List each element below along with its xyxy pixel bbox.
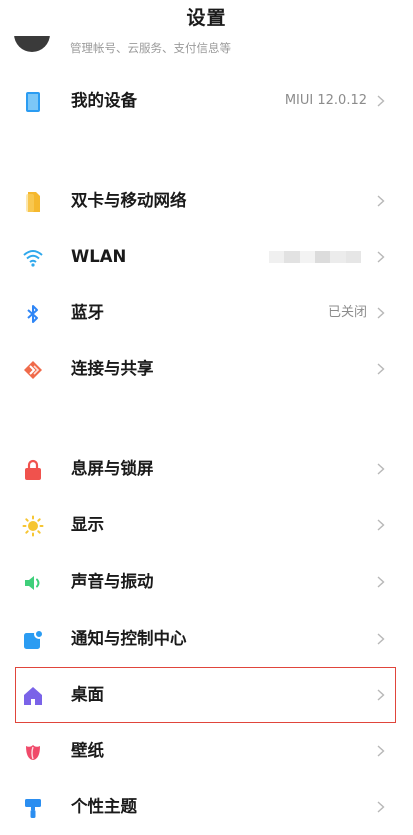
home-icon: [22, 685, 44, 707]
sun-icon: [22, 515, 44, 537]
wallpaper-label: 壁纸: [71, 741, 104, 760]
wifi-icon: [22, 247, 44, 269]
chevron-right-icon: [377, 307, 385, 319]
wlan-network-name-redacted: [269, 251, 361, 263]
flower-icon: [22, 741, 44, 763]
sim-card-icon: [22, 191, 44, 213]
lock-screen-item[interactable]: 息屏与锁屏: [0, 441, 413, 497]
display-item[interactable]: 显示: [0, 497, 413, 553]
connection-sharing-label: 连接与共享: [71, 359, 154, 378]
miui-version: MIUI 12.0.12: [284, 93, 367, 108]
sim-network-label: 双卡与移动网络: [71, 191, 187, 210]
bluetooth-label: 蓝牙: [71, 303, 104, 322]
bluetooth-item[interactable]: 蓝牙 已关闭: [0, 285, 413, 341]
notification-control-label: 通知与控制中心: [71, 629, 187, 648]
account-subtitle: 管理帐号、云服务、支付信息等: [70, 41, 231, 55]
bluetooth-icon: [22, 303, 44, 325]
sound-vibration-label: 声音与振动: [71, 572, 154, 591]
chevron-right-icon: [377, 463, 385, 475]
chevron-right-icon: [377, 689, 385, 701]
display-label: 显示: [71, 515, 104, 534]
connection-sharing-item[interactable]: 连接与共享: [0, 341, 413, 397]
speaker-icon: [22, 572, 44, 594]
home-screen-label: 桌面: [71, 685, 104, 704]
wlan-label: WLAN: [71, 247, 127, 266]
notification-control-item[interactable]: 通知与控制中心: [0, 611, 413, 667]
sound-vibration-item[interactable]: 声音与振动: [0, 554, 413, 610]
wallpaper-item[interactable]: 壁纸: [0, 723, 413, 779]
chevron-right-icon: [377, 251, 385, 263]
avatar: [14, 34, 50, 52]
home-screen-item[interactable]: 桌面: [0, 667, 413, 723]
lock-screen-label: 息屏与锁屏: [71, 459, 154, 478]
chevron-right-icon: [377, 95, 385, 107]
my-device-item[interactable]: 我的设备 MIUI 12.0.12: [0, 73, 413, 129]
chevron-right-icon: [377, 801, 385, 813]
account-row[interactable]: 管理帐号、云服务、支付信息等: [0, 34, 413, 60]
chevron-right-icon: [377, 633, 385, 645]
lock-icon: [22, 459, 44, 481]
brush-icon: [22, 797, 44, 819]
chevron-right-icon: [377, 576, 385, 588]
notification-icon: [22, 629, 44, 651]
sim-network-item[interactable]: 双卡与移动网络: [0, 173, 413, 229]
themes-item[interactable]: 个性主题: [0, 779, 413, 835]
phone-icon: [22, 91, 44, 113]
page-title: 设置: [0, 0, 413, 36]
chevron-right-icon: [377, 195, 385, 207]
share-icon: [22, 359, 44, 381]
chevron-right-icon: [377, 745, 385, 757]
chevron-right-icon: [377, 519, 385, 531]
my-device-label: 我的设备: [71, 91, 137, 110]
wlan-item[interactable]: WLAN: [0, 229, 413, 285]
bluetooth-status: 已关闭: [327, 305, 367, 320]
chevron-right-icon: [377, 363, 385, 375]
themes-label: 个性主题: [71, 797, 137, 816]
